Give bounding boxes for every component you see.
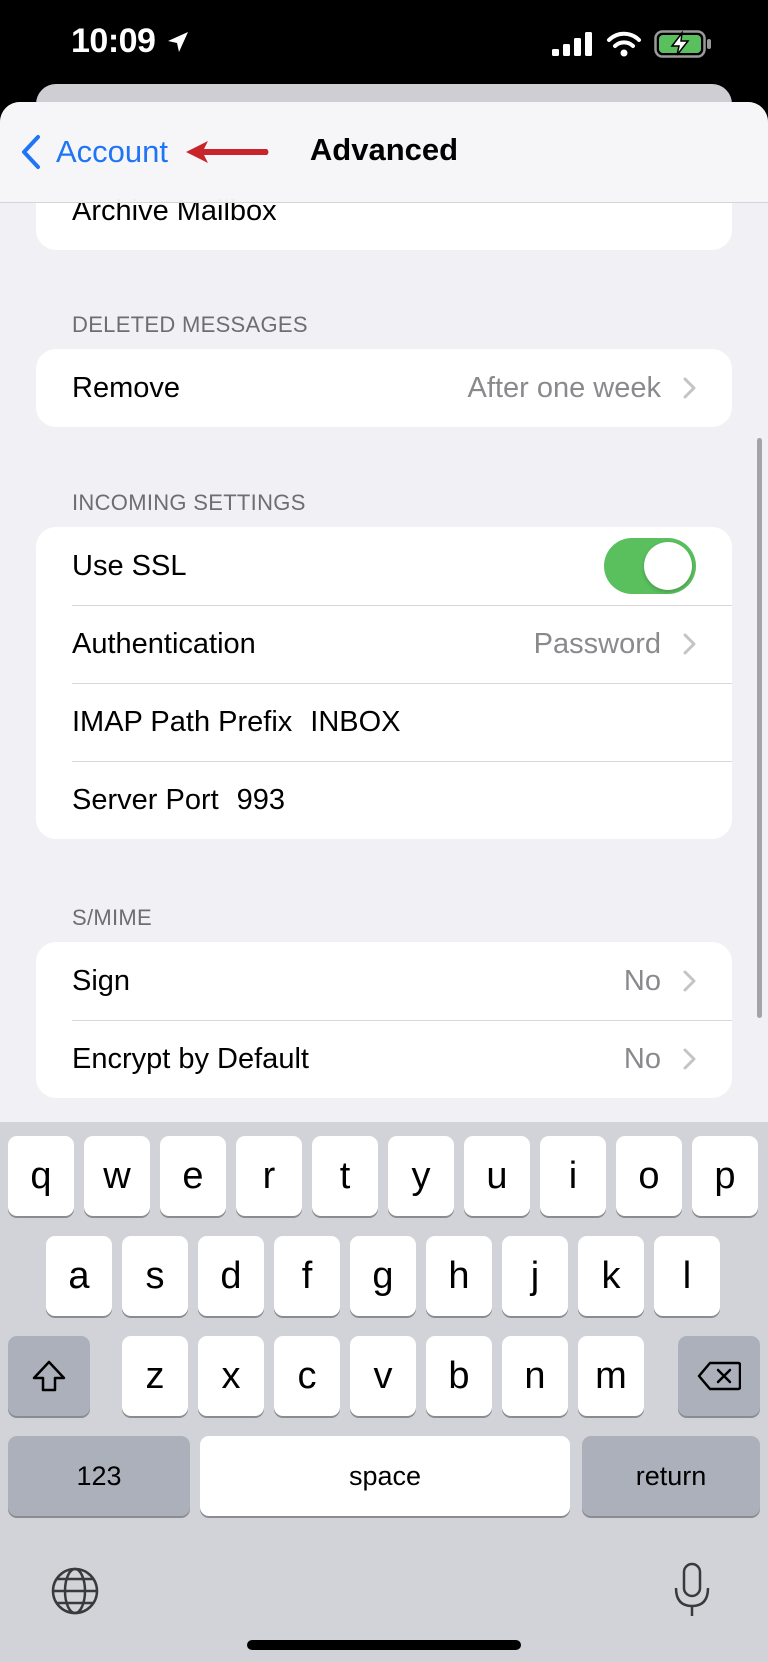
- remove-label: Remove: [72, 371, 180, 404]
- key-e[interactable]: e: [160, 1136, 226, 1216]
- key-s[interactable]: s: [122, 1236, 188, 1316]
- key-p[interactable]: p: [692, 1136, 758, 1216]
- microphone-icon[interactable]: [672, 1562, 712, 1618]
- signal-icon: [552, 32, 592, 56]
- shift-key[interactable]: [8, 1336, 90, 1416]
- chevron-right-icon: [683, 970, 696, 992]
- authentication-label: Authentication: [72, 627, 256, 660]
- imap-path-prefix-field[interactable]: INBOX: [310, 706, 400, 739]
- key-t[interactable]: t: [312, 1136, 378, 1216]
- key-g[interactable]: g: [350, 1236, 416, 1316]
- remove-value: After one week: [467, 371, 661, 404]
- deleted-messages-group: Remove After one week: [36, 349, 732, 427]
- key-d[interactable]: d: [198, 1236, 264, 1316]
- key-j[interactable]: j: [502, 1236, 568, 1316]
- imap-path-prefix-row: IMAP Path Prefix INBOX: [36, 683, 732, 761]
- key-o[interactable]: o: [616, 1136, 682, 1216]
- return-key[interactable]: return: [582, 1436, 760, 1516]
- deleted-messages-header: DELETED MESSAGES: [72, 312, 308, 337]
- key-q[interactable]: q: [8, 1136, 74, 1216]
- incoming-settings-header: INCOMING SETTINGS: [72, 490, 306, 515]
- key-c[interactable]: c: [274, 1336, 340, 1416]
- key-a[interactable]: a: [46, 1236, 112, 1316]
- encrypt-by-default-row[interactable]: Encrypt by Default No: [36, 1020, 732, 1098]
- key-v[interactable]: v: [350, 1336, 416, 1416]
- server-port-row: Server Port 993: [36, 761, 732, 839]
- chevron-right-icon: [683, 1048, 696, 1070]
- scroll-indicator[interactable]: [757, 438, 762, 1018]
- battery-charging-icon: [654, 30, 711, 58]
- toggle-knob: [644, 542, 692, 590]
- key-i[interactable]: i: [540, 1136, 606, 1216]
- key-n[interactable]: n: [502, 1336, 568, 1416]
- chevron-right-icon: [683, 377, 696, 399]
- wifi-icon: [607, 31, 641, 57]
- globe-icon[interactable]: [50, 1566, 100, 1616]
- shift-icon: [32, 1360, 66, 1392]
- delete-key[interactable]: [678, 1336, 760, 1416]
- key-b[interactable]: b: [426, 1336, 492, 1416]
- sign-label: Sign: [72, 964, 131, 997]
- use-ssl-label: Use SSL: [72, 549, 187, 582]
- key-y[interactable]: y: [388, 1136, 454, 1216]
- server-port-field[interactable]: 993: [237, 784, 285, 817]
- sign-value: No: [623, 964, 661, 997]
- use-ssl-row: Use SSL: [36, 527, 732, 605]
- navigation-bar: Account Advanced: [0, 102, 768, 203]
- encrypt-by-default-value: No: [623, 1042, 661, 1075]
- numbers-key[interactable]: 123: [8, 1436, 190, 1516]
- server-port-label: Server Port: [72, 783, 219, 816]
- incoming-settings-group: Use SSL Authentication Password IMAP Pat…: [36, 527, 732, 839]
- key-m[interactable]: m: [578, 1336, 644, 1416]
- key-f[interactable]: f: [274, 1236, 340, 1316]
- smime-group: Sign No Encrypt by Default No: [36, 942, 732, 1098]
- imap-path-prefix-label: IMAP Path Prefix: [72, 705, 293, 738]
- smime-header: S/MIME: [72, 905, 153, 930]
- space-key[interactable]: space: [200, 1436, 570, 1516]
- key-h[interactable]: h: [426, 1236, 492, 1316]
- page-title: Advanced: [309, 132, 459, 167]
- encrypt-by-default-label: Encrypt by Default: [72, 1042, 309, 1075]
- key-x[interactable]: x: [198, 1336, 264, 1416]
- status-time: 10:09: [71, 22, 156, 60]
- key-r[interactable]: r: [236, 1136, 302, 1216]
- key-w[interactable]: w: [84, 1136, 150, 1216]
- chevron-right-icon: [683, 633, 696, 655]
- key-l[interactable]: l: [654, 1236, 720, 1316]
- home-indicator: [247, 1640, 521, 1650]
- key-k[interactable]: k: [578, 1236, 644, 1316]
- sign-row[interactable]: Sign No: [36, 942, 732, 1020]
- keyboard: q w e r t y u i o p a s d f g h j k l z …: [0, 1122, 768, 1662]
- remove-row[interactable]: Remove After one week: [36, 349, 732, 427]
- delete-icon: [697, 1361, 741, 1391]
- authentication-value: Password: [533, 627, 661, 660]
- location-arrow-icon: [168, 32, 188, 52]
- key-u[interactable]: u: [464, 1136, 530, 1216]
- use-ssl-toggle[interactable]: [604, 538, 696, 594]
- authentication-row[interactable]: Authentication Password: [36, 605, 732, 683]
- key-z[interactable]: z: [122, 1336, 188, 1416]
